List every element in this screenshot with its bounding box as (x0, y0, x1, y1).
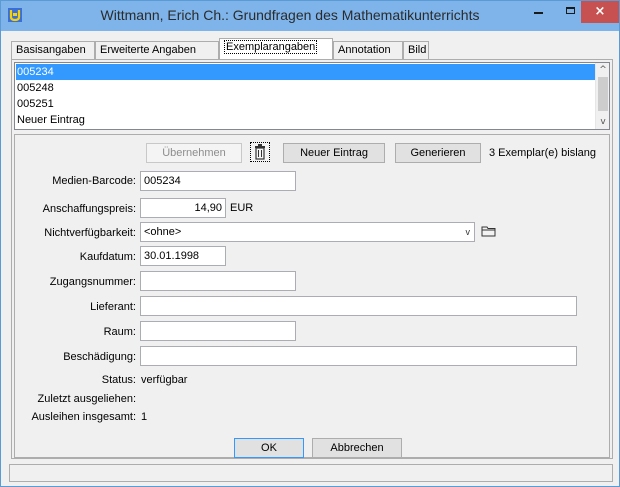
close-icon: × (594, 3, 606, 19)
trash-icon (255, 144, 265, 160)
last-borrowed-label: Zuletzt ausgeliehen: (37, 393, 136, 405)
minimize-icon (533, 12, 543, 14)
delete-button[interactable] (250, 142, 270, 162)
room-field[interactable] (140, 321, 296, 341)
list-item[interactable]: 005234 (16, 64, 596, 80)
tab-label: Exemplarangaben (224, 40, 318, 54)
tab-annotation[interactable]: Annotation (333, 41, 403, 59)
tab-label: Basisangaben (16, 44, 86, 56)
price-unit: EUR (230, 202, 254, 214)
damage-field[interactable] (140, 346, 577, 366)
damage-label: Beschädigung: (63, 351, 136, 363)
supplier-field[interactable] (140, 296, 577, 316)
tab-label: Erweiterte Angaben (100, 44, 197, 56)
purchase-date-field[interactable]: 30.01.1998 (140, 246, 226, 266)
purchase-date-label: Kaufdatum: (79, 251, 136, 263)
copies-list[interactable]: 005234 005248 005251 Neuer Eintrag ^ v (14, 62, 610, 130)
copy-count-text: 3 Exemplar(e) bislang (489, 147, 596, 159)
chevron-down-icon: v (465, 227, 471, 237)
status-label: Status: (101, 374, 136, 386)
unavailability-select[interactable]: <ohne> v (140, 222, 475, 242)
minimize-button[interactable] (523, 1, 553, 23)
tab-bild[interactable]: Bild (403, 41, 429, 59)
room-label: Raum: (103, 326, 136, 338)
tab-label: Bild (408, 44, 427, 56)
price-label: Anschaffungspreis: (42, 203, 136, 215)
cancel-button[interactable]: Abbrechen (312, 438, 402, 458)
total-loans-label: Ausleihen insgesamt: (31, 411, 136, 423)
tab-erweiterte-angaben[interactable]: Erweiterte Angaben (95, 41, 219, 59)
status-value: verfügbar (141, 374, 188, 386)
barcode-label: Medien-Barcode: (52, 175, 136, 187)
list-item[interactable]: 005248 (16, 80, 596, 96)
title-bar[interactable]: Wittmann, Erich Ch.: Grundfragen des Mat… (1, 1, 619, 31)
list-scrollbar[interactable]: ^ v (595, 63, 609, 129)
barcode-field[interactable]: 005234 (140, 171, 296, 191)
accession-field[interactable] (140, 271, 296, 291)
price-field[interactable]: 14,90 (140, 198, 226, 218)
total-loans-value: 1 (141, 411, 148, 423)
list-item[interactable]: Neuer Eintrag (16, 112, 596, 128)
ok-button[interactable]: OK (234, 438, 304, 458)
tab-basisangaben[interactable]: Basisangaben (11, 41, 95, 59)
dialog-window: Wittmann, Erich Ch.: Grundfragen des Mat… (0, 0, 620, 487)
close-button[interactable]: × (581, 1, 619, 23)
scroll-up-icon[interactable]: ^ (596, 63, 610, 77)
new-entry-button[interactable]: Neuer Eintrag (283, 143, 385, 163)
scroll-thumb[interactable] (598, 77, 608, 111)
supplier-label: Lieferant: (90, 301, 136, 313)
accession-label: Zugangsnummer: (49, 276, 136, 288)
tab-exemplarangaben[interactable]: Exemplarangaben (219, 38, 333, 59)
status-bar (9, 464, 613, 482)
list-item[interactable]: 005251 (16, 96, 596, 112)
folder-icon[interactable] (481, 224, 497, 238)
scroll-down-icon[interactable]: v (596, 115, 610, 129)
unavailability-value: <ohne> (144, 226, 182, 238)
apply-button[interactable]: Übernehmen (146, 143, 242, 163)
generate-button[interactable]: Generieren (395, 143, 481, 163)
maximize-icon (565, 7, 575, 14)
tab-label: Annotation (338, 44, 391, 56)
unavailability-label: Nichtverfügbarkeit: (44, 227, 136, 239)
